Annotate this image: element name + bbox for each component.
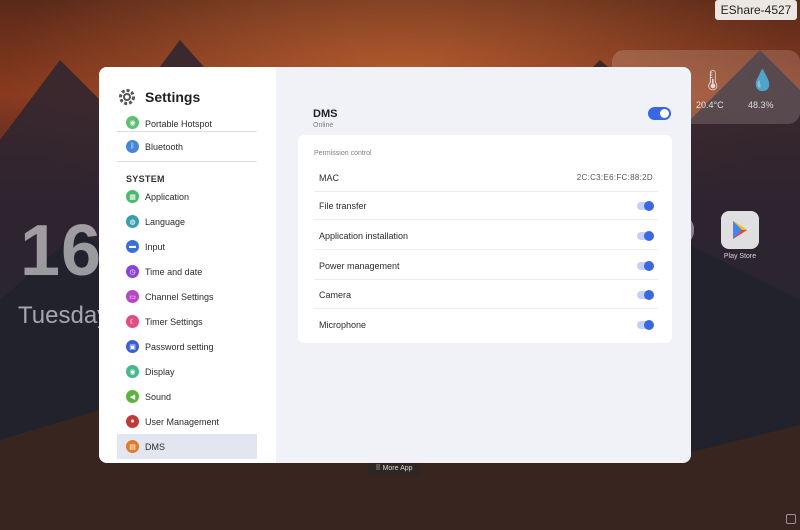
settings-main-panel: DMS Online Permission control MAC 2C:C3:… [276,67,691,463]
hotspot-icon: ◉ [126,116,139,129]
sidebar-item-label: Display [145,366,175,377]
sidebar-item-application[interactable]: ▦ Application [117,184,257,209]
desktop-day: Tuesday [18,302,110,329]
power-management-toggle[interactable] [637,260,654,271]
globe-icon: ◍ [126,215,139,228]
sidebar-item-time-and-date[interactable]: ◷ Time and date [117,259,257,284]
file-transfer-toggle[interactable] [637,200,654,211]
clock-icon: ◷ [126,265,139,278]
sidebar-item-label: Portable Hotspot [145,119,213,129]
bluetooth-icon: ᛒ [126,140,139,153]
mac-value: 2C:C3:E6:FC:88:2D [576,173,653,182]
sidebar-item-bluetooth[interactable]: ᛒ Bluetooth [117,134,257,159]
sidebar-item-channel-settings[interactable]: ▭ Channel Settings [117,284,257,309]
settings-header: Settings [117,87,200,107]
camera-label: Camera [319,289,352,300]
microphone-label: Microphone [319,320,367,330]
sidebar-item-timer-settings[interactable]: ☾ Timer Settings [117,309,257,334]
sidebar-item-password-setting[interactable]: ▣ Password setting [117,334,257,359]
humidity-text: 48.3% [748,100,774,110]
sidebar-item-label: Timer Settings [145,316,203,327]
corner-icon[interactable] [786,514,796,524]
page-title: DMS [313,108,338,120]
sidebar-item-user-management[interactable]: ● User Management [117,409,257,434]
power-management-label: Power management [319,260,400,271]
status-text: Online [313,122,334,129]
sidebar-item-dms[interactable]: ▤ DMS [117,434,257,459]
settings-dialog: Settings ◉ Portable Hotspot ᛒ Bluetooth … [99,67,691,463]
humidity-icon: 💧 [750,70,775,92]
sidebar-list[interactable]: ◉ Portable Hotspot ᛒ Bluetooth SYSTEM ▦ … [117,115,257,459]
camera-toggle[interactable] [637,289,654,300]
device-name-label: EShare-4527 [715,0,797,20]
apps-icon: ▦ [126,190,139,203]
temperature-text: 20.4°C [696,100,724,110]
sidebar-item-label: Bluetooth [145,141,184,152]
sidebar-item-label: Language [145,216,186,227]
application-installation-row[interactable]: Application installation [314,222,658,250]
application-installation-toggle[interactable] [637,230,654,241]
permission-card: Permission control MAC 2C:C3:E6:FC:88:2D… [298,135,672,343]
power-management-row[interactable]: Power management [314,252,658,280]
sidebar-item-input[interactable]: ▬ Input [117,234,257,259]
sidebar-item-display[interactable]: ◉ Display [117,359,257,384]
microphone-toggle[interactable] [637,320,654,330]
lock-icon: ▣ [126,340,139,353]
mac-label: MAC [319,172,339,183]
microphone-row[interactable]: Microphone [314,311,658,339]
sidebar-item-sound[interactable]: ◀ Sound [117,384,257,409]
file-transfer-label: File transfer [319,200,367,211]
application-installation-label: Application installation [319,230,409,241]
sidebar-item-label: Application [145,191,190,202]
dms-icon: ▤ [126,440,139,453]
thermometer-icon: 🌡 [700,70,726,92]
camera-row[interactable]: Camera [314,281,658,309]
permission-card-title: Permission control [314,150,372,157]
play-store-icon [733,221,747,239]
sidebar-item-language[interactable]: ◍ Language [117,209,257,234]
desktop-clock: 16 [20,211,103,291]
sidebar-item-label: Sound [145,391,172,402]
sidebar-item-label: Time and date [145,266,203,277]
channel-icon: ▭ [126,290,139,303]
play-store-label: Play Store [723,253,757,260]
mac-row: MAC 2C:C3:E6:FC:88:2D [314,164,658,192]
play-store-app[interactable] [721,211,759,249]
sidebar-item-label: Input [145,241,166,252]
settings-title: Settings [145,89,201,105]
timer-icon: ☾ [126,315,139,328]
sidebar-divider [117,131,257,132]
grid-icon: ⠿ [375,465,381,472]
sidebar-item-portable-hotspot[interactable]: ◉ Portable Hotspot [117,115,257,129]
gear-icon [119,89,135,105]
sidebar-section-system: SYSTEM [126,174,165,184]
display-icon: ◉ [126,365,139,378]
sidebar-item-label: User Management [145,416,220,427]
more-app-button[interactable]: ⠿ More App [368,461,420,475]
sidebar-divider [117,161,257,162]
keyboard-icon: ▬ [126,240,139,253]
sidebar-item-label: Password setting [145,341,214,352]
dms-enable-toggle[interactable] [648,107,671,120]
sidebar-item-label: Channel Settings [145,291,214,302]
file-transfer-row[interactable]: File transfer [314,192,658,220]
user-icon: ● [126,415,139,428]
more-app-label: More App [382,464,413,472]
sound-icon: ◀ [126,390,139,403]
settings-sidebar: Settings ◉ Portable Hotspot ᛒ Bluetooth … [99,67,276,463]
sidebar-item-label: DMS [145,441,165,452]
